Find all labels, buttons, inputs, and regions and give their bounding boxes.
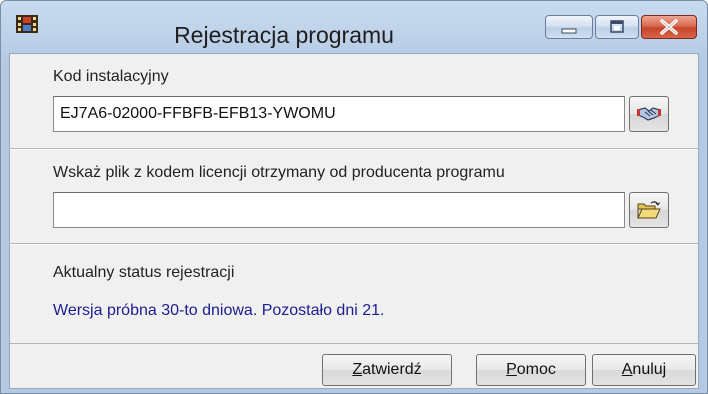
help-button[interactable]: Pomoc: [476, 354, 586, 386]
close-button[interactable]: [641, 15, 697, 39]
confirm-button[interactable]: Zatwierdź: [322, 354, 452, 386]
open-folder-icon: [637, 201, 661, 219]
help-button-accel: P: [506, 361, 517, 378]
minimize-icon: [561, 28, 577, 34]
handshake-icon: [637, 107, 661, 121]
cancel-button[interactable]: Anuluj: [592, 354, 696, 386]
maximize-button[interactable]: [595, 15, 639, 39]
confirm-button-accel: Z: [352, 361, 363, 378]
license-file-label: Wskaż plik z kodem licencji otrzymany od…: [53, 164, 505, 181]
cancel-button-accel: A: [621, 361, 633, 378]
confirm-button-label: atwierdź: [362, 361, 422, 378]
license-file-section: Wskaż plik z kodem licencji otrzymany od…: [10, 149, 698, 244]
registration-status-section: Aktualny status rejestracji Wersja próbn…: [10, 244, 698, 344]
dialog-body: Kod instalacyjny Wskaż plik z kodem lice…: [9, 53, 699, 389]
browse-license-button[interactable]: [629, 192, 669, 228]
maximize-icon: [610, 20, 624, 33]
minimize-button[interactable]: [545, 15, 593, 39]
window-title: Rejestracja programu: [174, 22, 394, 48]
cancel-button-label: nuluj: [632, 361, 667, 378]
install-code-label: Kod instalacyjny: [53, 68, 169, 85]
license-file-field[interactable]: [53, 192, 625, 228]
close-icon: [660, 19, 678, 35]
registration-dialog: Rejestracja programu Kod instalacyjny EJ…: [0, 0, 708, 394]
status-value: Wersja próbna 30-to dniowa. Pozostało dn…: [53, 302, 385, 319]
install-code-section: Kod instalacyjny: [10, 54, 698, 149]
help-button-label: omoc: [516, 361, 556, 378]
status-label: Aktualny status rejestracji: [53, 264, 235, 281]
install-code-field[interactable]: [53, 96, 625, 132]
install-code-button[interactable]: [629, 96, 669, 132]
title-bar[interactable]: Rejestracja programu: [1, 1, 707, 53]
